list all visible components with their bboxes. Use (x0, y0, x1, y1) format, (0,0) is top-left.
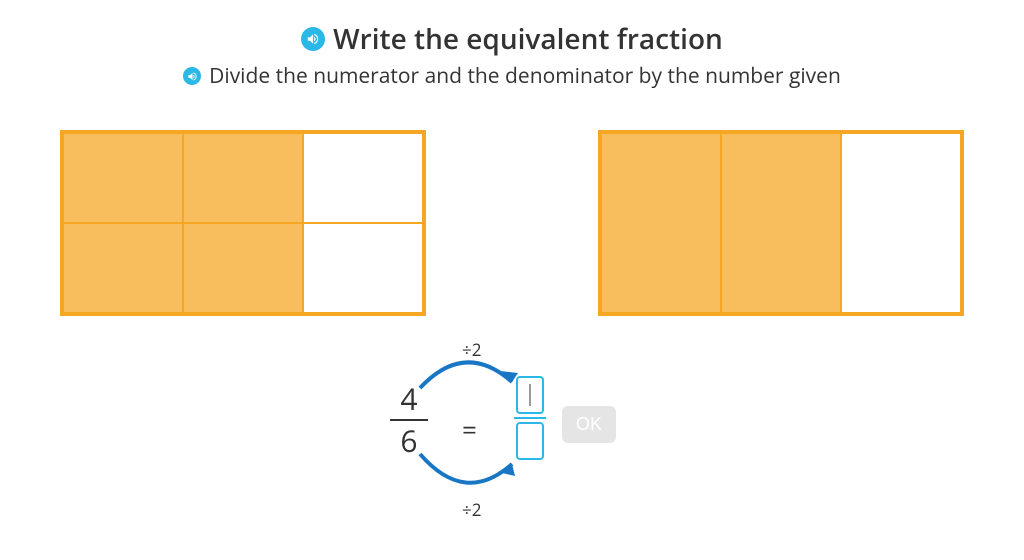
grid-cell (601, 133, 721, 313)
equation-area: ÷2 4 6 = ÷2 OK (382, 326, 642, 526)
grid-cell (63, 223, 183, 313)
ok-button[interactable]: OK (562, 406, 616, 443)
text-cursor (530, 384, 531, 406)
grid-cell (183, 223, 303, 313)
audio-icon[interactable] (301, 27, 325, 51)
answer-fraction (514, 376, 546, 460)
page-title: Write the equivalent fraction (333, 20, 723, 58)
page-subtitle: Divide the numerator and the denominator… (209, 62, 841, 90)
grid-cell (303, 223, 423, 313)
denominator: 6 (400, 423, 417, 459)
grid-cell (183, 133, 303, 223)
numerator: 4 (400, 381, 417, 417)
fraction-bar (514, 417, 546, 419)
source-fraction: 4 6 (390, 381, 428, 459)
equals-sign: = (462, 411, 477, 447)
audio-icon[interactable] (183, 67, 201, 85)
answer-denominator-input[interactable] (516, 422, 544, 460)
grid-cell (303, 133, 423, 223)
grid-cell (841, 133, 961, 313)
fraction-model-right (598, 130, 964, 316)
operation-bottom-label: ÷2 (462, 498, 481, 521)
grid-cell (63, 133, 183, 223)
fraction-model-left (60, 130, 426, 316)
grid-cell (721, 133, 841, 313)
operation-top-label: ÷2 (462, 338, 481, 361)
